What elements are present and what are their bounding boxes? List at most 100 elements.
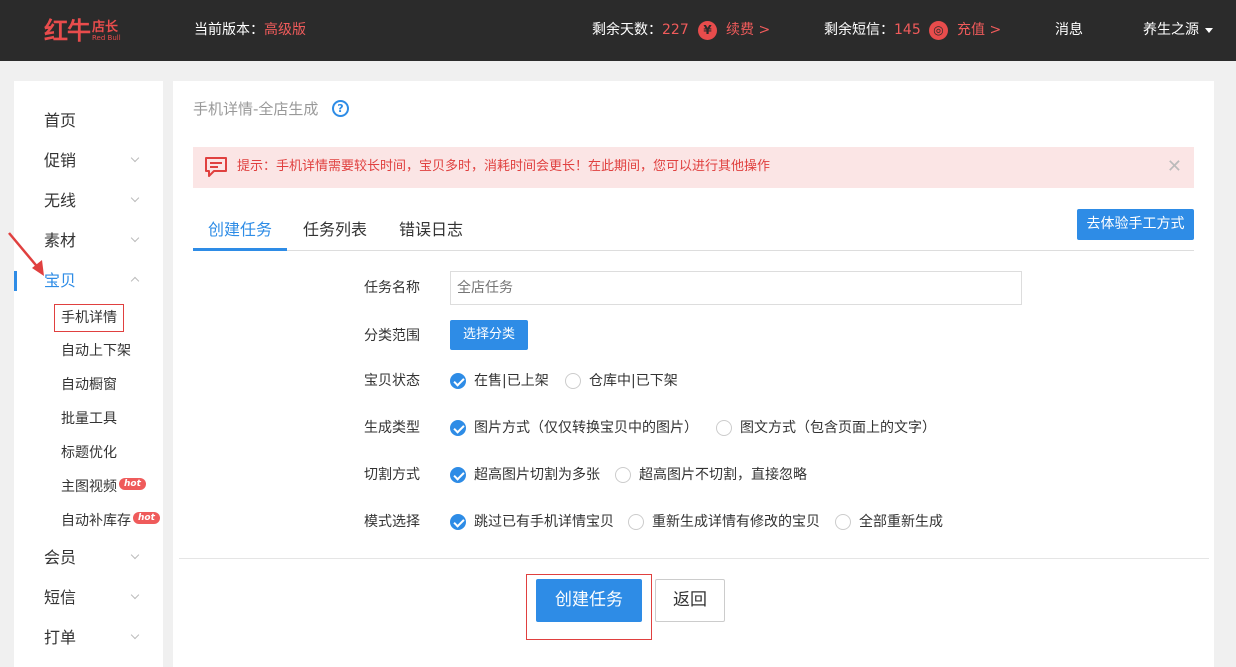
version-label: 当前版本： <box>194 22 264 38</box>
active-tab-indicator <box>193 248 287 251</box>
mode-label: 模式选择 <box>364 514 420 530</box>
tab-error-log[interactable]: 错误日志 <box>399 220 463 240</box>
radio-unchecked-icon <box>835 514 851 530</box>
sidebar-item-label: 打单 <box>44 628 77 647</box>
sidebar-item-wireless[interactable]: 无线 <box>14 181 163 221</box>
cut-option-split[interactable]: 超高图片切割为多张 <box>450 466 600 484</box>
sidebar-item-promotion[interactable]: 促销 <box>14 141 163 181</box>
tab-task-list[interactable]: 任务列表 <box>303 220 367 240</box>
radio-unchecked-icon <box>565 373 581 389</box>
sidebar-item-print[interactable]: 打单 <box>14 618 163 658</box>
radio-unchecked-icon <box>628 514 644 530</box>
sidebar-item-label: 会员 <box>44 548 77 567</box>
tab-create-task[interactable]: 创建任务 <box>208 220 272 240</box>
annotation-arrow-icon <box>8 232 44 276</box>
remaining-days: 剩余天数：227 <box>592 21 689 39</box>
sidebar-item-label: 首页 <box>44 111 77 130</box>
recharge-link[interactable]: 充值 > <box>957 21 1001 39</box>
radio-unchecked-icon <box>716 420 732 436</box>
radio-unchecked-icon <box>615 467 631 483</box>
logo-main-text: 红牛 <box>44 17 91 45</box>
sub-item-label: 自动补库存 <box>61 513 131 529</box>
option-label: 跳过已有手机详情宝贝 <box>474 514 614 530</box>
type-option-image[interactable]: 图片方式（仅仅转换宝贝中的图片） <box>450 419 698 437</box>
sub-item-auto-showcase[interactable]: 自动橱窗 <box>61 376 117 394</box>
chevron-down-icon <box>129 193 141 205</box>
chevron-down-icon <box>129 550 141 562</box>
type-option-image-text[interactable]: 图文方式（包含页面上的文字） <box>716 419 936 437</box>
user-name: 养生之源 <box>1143 22 1199 38</box>
radio-checked-icon <box>450 420 466 436</box>
option-label: 超高图片切割为多张 <box>474 467 600 483</box>
main-panel: 手机详情-全店生成 ? 提示：手机详情需要较长时间，宝贝多时，消耗时间会更长！在… <box>173 81 1214 667</box>
help-icon[interactable]: ? <box>332 100 349 117</box>
renew-link[interactable]: 续费 > <box>726 21 770 39</box>
sidebar-item-label: 无线 <box>44 191 77 210</box>
option-label: 仓库中|已下架 <box>589 373 678 389</box>
sms-label: 剩余短信： <box>824 22 894 38</box>
cut-label: 切割方式 <box>364 467 420 483</box>
option-label: 在售|已上架 <box>474 373 549 389</box>
caret-down-icon <box>1205 27 1213 33</box>
option-label: 图文方式（包含页面上的文字） <box>740 420 936 436</box>
option-label: 全部重新生成 <box>859 514 943 530</box>
sub-item-auto-listing[interactable]: 自动上下架 <box>61 342 131 360</box>
chevron-down-icon <box>129 630 141 642</box>
chevron-down-icon <box>129 233 141 245</box>
sub-item-mobile-detail[interactable]: 手机详情 <box>54 304 124 332</box>
version-info: 当前版本：高级版 <box>194 21 306 39</box>
sidebar-item-label: 促销 <box>44 151 77 170</box>
page-title: 手机详情-全店生成 <box>193 100 319 118</box>
logo-side-text: 店长 <box>92 19 119 35</box>
logo-side: 店长 Red Bull <box>92 21 121 42</box>
radio-checked-icon <box>450 467 466 483</box>
sidebar-item-members[interactable]: 会员 <box>14 538 163 578</box>
status-option-on-sale[interactable]: 在售|已上架 <box>450 372 549 390</box>
back-button[interactable]: 返回 <box>655 579 725 622</box>
cut-option-ignore[interactable]: 超高图片不切割，直接忽略 <box>615 466 807 484</box>
close-icon[interactable]: ✕ <box>1167 157 1182 177</box>
status-option-in-stock[interactable]: 仓库中|已下架 <box>565 372 678 390</box>
category-label: 分类范围 <box>364 328 420 344</box>
alert-text: 提示：手机详情需要较长时间，宝贝多时，消耗时间会更长！在此期间，您可以进行其他操… <box>237 159 771 174</box>
top-header: 红牛 店长 Red Bull 当前版本：高级版 剩余天数：227 ¥ 续费 > … <box>0 0 1236 61</box>
app-logo[interactable]: 红牛 店长 Red Bull <box>44 17 121 45</box>
logo-english-text: Red Bull <box>92 33 121 42</box>
type-label: 生成类型 <box>364 420 420 436</box>
status-label: 宝贝状态 <box>364 373 420 389</box>
task-name-input[interactable] <box>450 271 1022 305</box>
chevron-down-icon <box>129 590 141 602</box>
chevron-down-icon <box>129 153 141 165</box>
user-menu[interactable]: 养生之源 <box>1143 21 1213 39</box>
sub-item-label: 主图视频 <box>61 479 117 495</box>
hot-badge: hot <box>133 512 160 524</box>
option-label: 图片方式（仅仅转换宝贝中的图片） <box>474 420 698 436</box>
mode-option-skip[interactable]: 跳过已有手机详情宝贝 <box>450 513 614 531</box>
alert-banner: 提示：手机详情需要较长时间，宝贝多时，消耗时间会更长！在此期间，您可以进行其他操… <box>193 147 1194 188</box>
create-task-button[interactable]: 创建任务 <box>536 579 642 622</box>
sub-item-batch-tools[interactable]: 批量工具 <box>61 410 117 428</box>
option-label: 超高图片不切割，直接忽略 <box>639 467 807 483</box>
days-label: 剩余天数： <box>592 22 662 38</box>
mode-option-regenerate-modified[interactable]: 重新生成详情有修改的宝贝 <box>628 513 820 531</box>
messages-link[interactable]: 消息 <box>1055 21 1083 39</box>
sidebar-item-label: 短信 <box>44 588 77 607</box>
radio-checked-icon <box>450 373 466 389</box>
tab-bar: 创建任务 任务列表 错误日志 <box>193 209 1194 251</box>
mode-option-regenerate-all[interactable]: 全部重新生成 <box>835 513 943 531</box>
try-manual-button[interactable]: 去体验手工方式 <box>1077 209 1194 240</box>
radio-checked-icon <box>450 514 466 530</box>
sub-item-title-optimize[interactable]: 标题优化 <box>61 444 117 462</box>
form-divider <box>179 558 1209 559</box>
version-value: 高级版 <box>264 22 306 38</box>
chevron-up-icon <box>129 273 141 285</box>
recharge-icon: ◎ <box>929 21 948 40</box>
sidebar-item-sms[interactable]: 短信 <box>14 578 163 618</box>
option-label: 重新生成详情有修改的宝贝 <box>652 514 820 530</box>
sidebar-item-home[interactable]: 首页 <box>14 101 163 141</box>
sub-item-main-video[interactable]: 主图视频 hot <box>61 478 146 496</box>
sub-item-auto-restock[interactable]: 自动补库存 hot <box>61 512 160 530</box>
select-category-button[interactable]: 选择分类 <box>450 320 528 350</box>
sms-value: 145 <box>894 22 921 38</box>
message-icon <box>205 157 227 177</box>
